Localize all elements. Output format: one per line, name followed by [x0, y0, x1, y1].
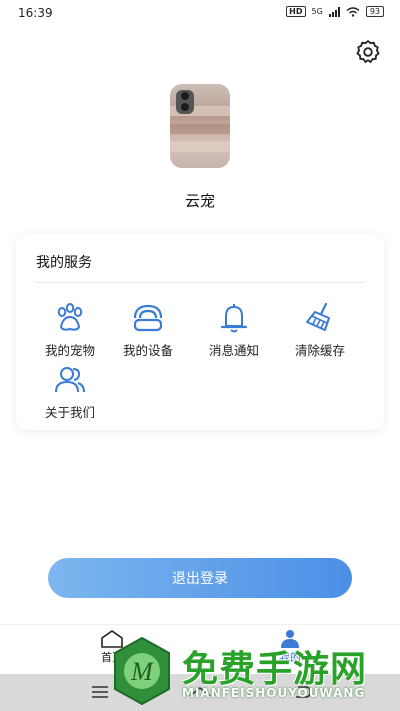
card-title: 我的服务	[36, 255, 92, 271]
status-icons: HD 5G 93	[286, 6, 384, 17]
bell-icon	[220, 304, 248, 333]
users-icon	[55, 367, 85, 393]
watermark-title: 免费手游网	[182, 649, 368, 690]
paw-icon	[57, 303, 83, 331]
watermark: M 免费手游网 MIANFEISHOUYOUWANG	[108, 634, 400, 708]
watermark-subtitle: MIANFEISHOUYOUWANG	[182, 686, 366, 700]
watermark-logo-icon: M	[114, 636, 170, 706]
service-my-devices[interactable]: 我的设备	[108, 300, 188, 359]
service-clear-cache[interactable]: 清除缓存	[280, 300, 360, 359]
signal-icon	[328, 6, 340, 17]
svg-text:M: M	[130, 657, 154, 686]
service-my-pets[interactable]: 我的宠物	[30, 300, 110, 359]
service-label: 我的设备	[122, 343, 173, 358]
service-label: 消息通知	[208, 343, 259, 358]
wifi-icon	[346, 6, 360, 17]
network-label: 5G	[311, 7, 323, 16]
status-bar: 16:39 HD 5G 93	[0, 0, 400, 26]
service-label: 我的宠物	[44, 343, 95, 358]
settings-gear-icon[interactable]	[354, 38, 382, 66]
service-card: 我的服务 我的宠物 我的设备 消息通知 清除缓存 关于我们	[16, 234, 384, 430]
phone-camera-image	[176, 90, 194, 114]
service-notifications[interactable]: 消息通知	[194, 300, 274, 359]
status-time: 16:39	[18, 6, 53, 20]
broom-icon	[306, 302, 330, 331]
username: 云宠	[184, 192, 215, 210]
menu-icon[interactable]	[90, 684, 110, 700]
service-label: 关于我们	[44, 405, 95, 420]
card-divider	[36, 282, 364, 283]
avatar[interactable]	[170, 84, 230, 168]
battery-icon: 93	[365, 6, 384, 17]
service-about-us[interactable]: 关于我们	[30, 362, 110, 421]
hd-badge: HD	[286, 6, 306, 17]
device-icon	[133, 304, 163, 332]
service-label: 清除缓存	[294, 343, 345, 358]
logout-button[interactable]: 退出登录	[48, 558, 352, 598]
